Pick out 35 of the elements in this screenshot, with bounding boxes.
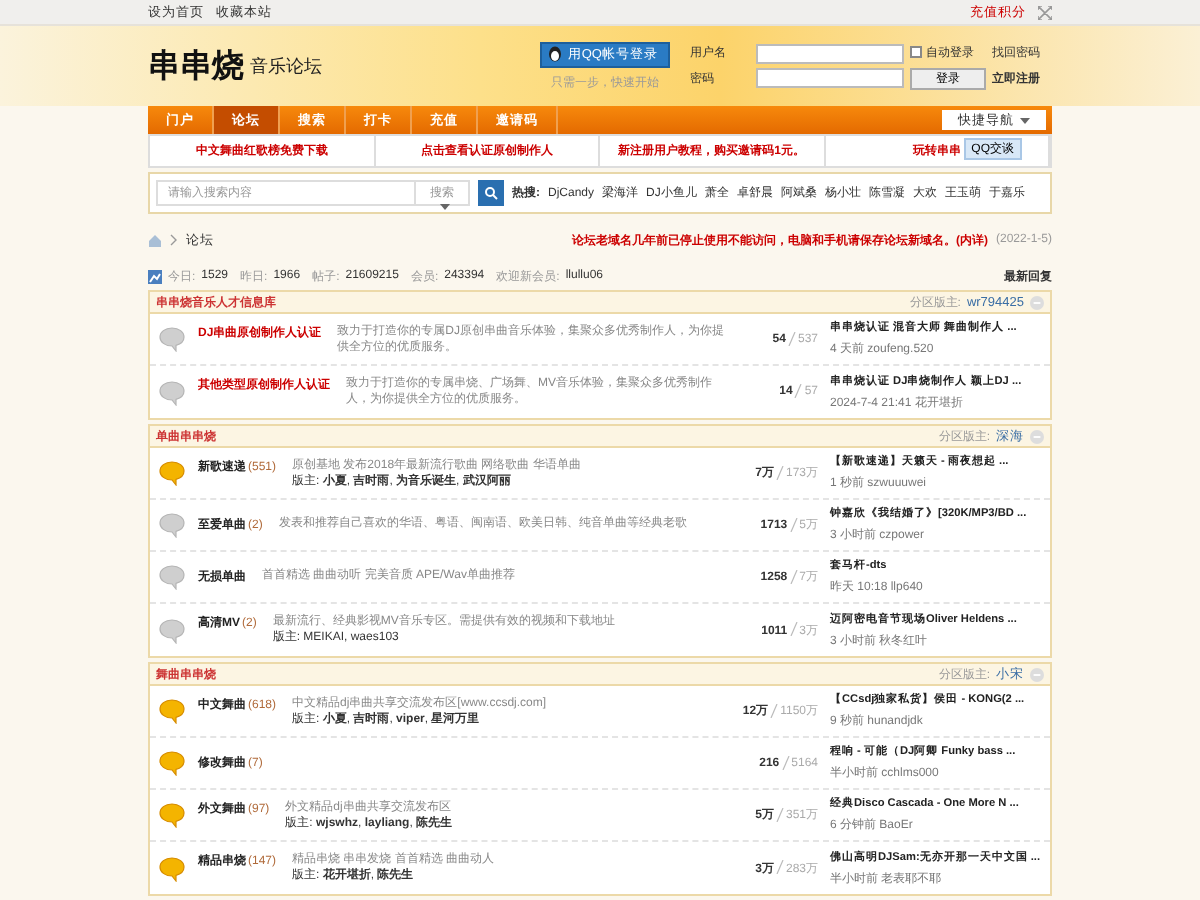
speech-bubble-icon — [158, 617, 186, 643]
speech-bubble-icon — [158, 379, 186, 405]
slash-separator-icon — [789, 622, 798, 637]
collapse-icon[interactable] — [1030, 429, 1044, 443]
search-icon — [484, 186, 498, 200]
slash-separator-icon — [794, 384, 803, 399]
slash-separator-icon — [775, 807, 784, 822]
logo-text[interactable]: 串串烧 — [148, 45, 244, 87]
speech-bubble-icon — [158, 460, 186, 486]
speech-bubble-icon — [158, 698, 186, 724]
slash-separator-icon — [775, 860, 784, 875]
slash-separator-icon — [789, 517, 798, 532]
chevron-icon — [170, 234, 178, 246]
speech-bubble-icon — [158, 802, 186, 828]
collapse-icon[interactable] — [1030, 667, 1044, 681]
chart-icon — [148, 269, 162, 283]
caret-icon — [1020, 117, 1030, 124]
password-field[interactable] — [756, 68, 904, 88]
home-icon[interactable] — [148, 233, 162, 247]
slash-separator-icon — [789, 569, 798, 584]
speech-bubble-icon — [158, 326, 186, 352]
slash-separator-icon — [770, 703, 779, 718]
speech-bubble-icon — [158, 512, 186, 538]
username-field[interactable] — [756, 43, 904, 63]
collapse-icon[interactable] — [1030, 295, 1044, 309]
slash-separator-icon — [775, 465, 784, 480]
fullscreen-icon[interactable] — [1038, 5, 1052, 19]
speech-bubble-icon — [158, 750, 186, 776]
slash-separator-icon — [787, 331, 796, 346]
logo-subtitle: 音乐论坛 — [250, 53, 322, 79]
speech-bubble-icon — [158, 855, 186, 881]
search-button[interactable] — [478, 180, 504, 206]
penguin-icon — [547, 46, 562, 62]
speech-bubble-icon — [158, 564, 186, 590]
slash-separator-icon — [781, 755, 790, 770]
